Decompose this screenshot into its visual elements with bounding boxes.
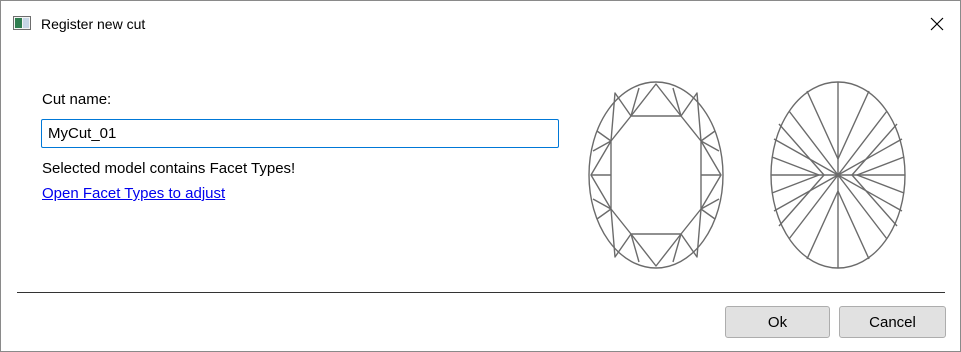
cut-name-label: Cut name: — [42, 91, 112, 108]
cut-name-input[interactable] — [41, 119, 559, 148]
window-title: Register new cut — [41, 16, 146, 32]
cancel-button[interactable]: Cancel — [839, 306, 946, 338]
title-bar: Register new cut — [1, 1, 960, 45]
app-icon — [13, 16, 31, 30]
close-button[interactable] — [916, 9, 958, 39]
dialog-divider — [17, 292, 945, 293]
open-facet-types-link[interactable]: Open Facet Types to adjust — [42, 185, 225, 202]
close-icon — [930, 17, 944, 31]
ok-button[interactable]: Ok — [725, 306, 830, 338]
register-cut-dialog: Register new cut Cut name: Selected mode… — [0, 0, 961, 352]
facet-types-message: Selected model contains Facet Types! — [42, 160, 296, 177]
oval-cut-crown-diagram — [588, 81, 724, 269]
oval-cut-pavilion-diagram — [770, 81, 906, 269]
